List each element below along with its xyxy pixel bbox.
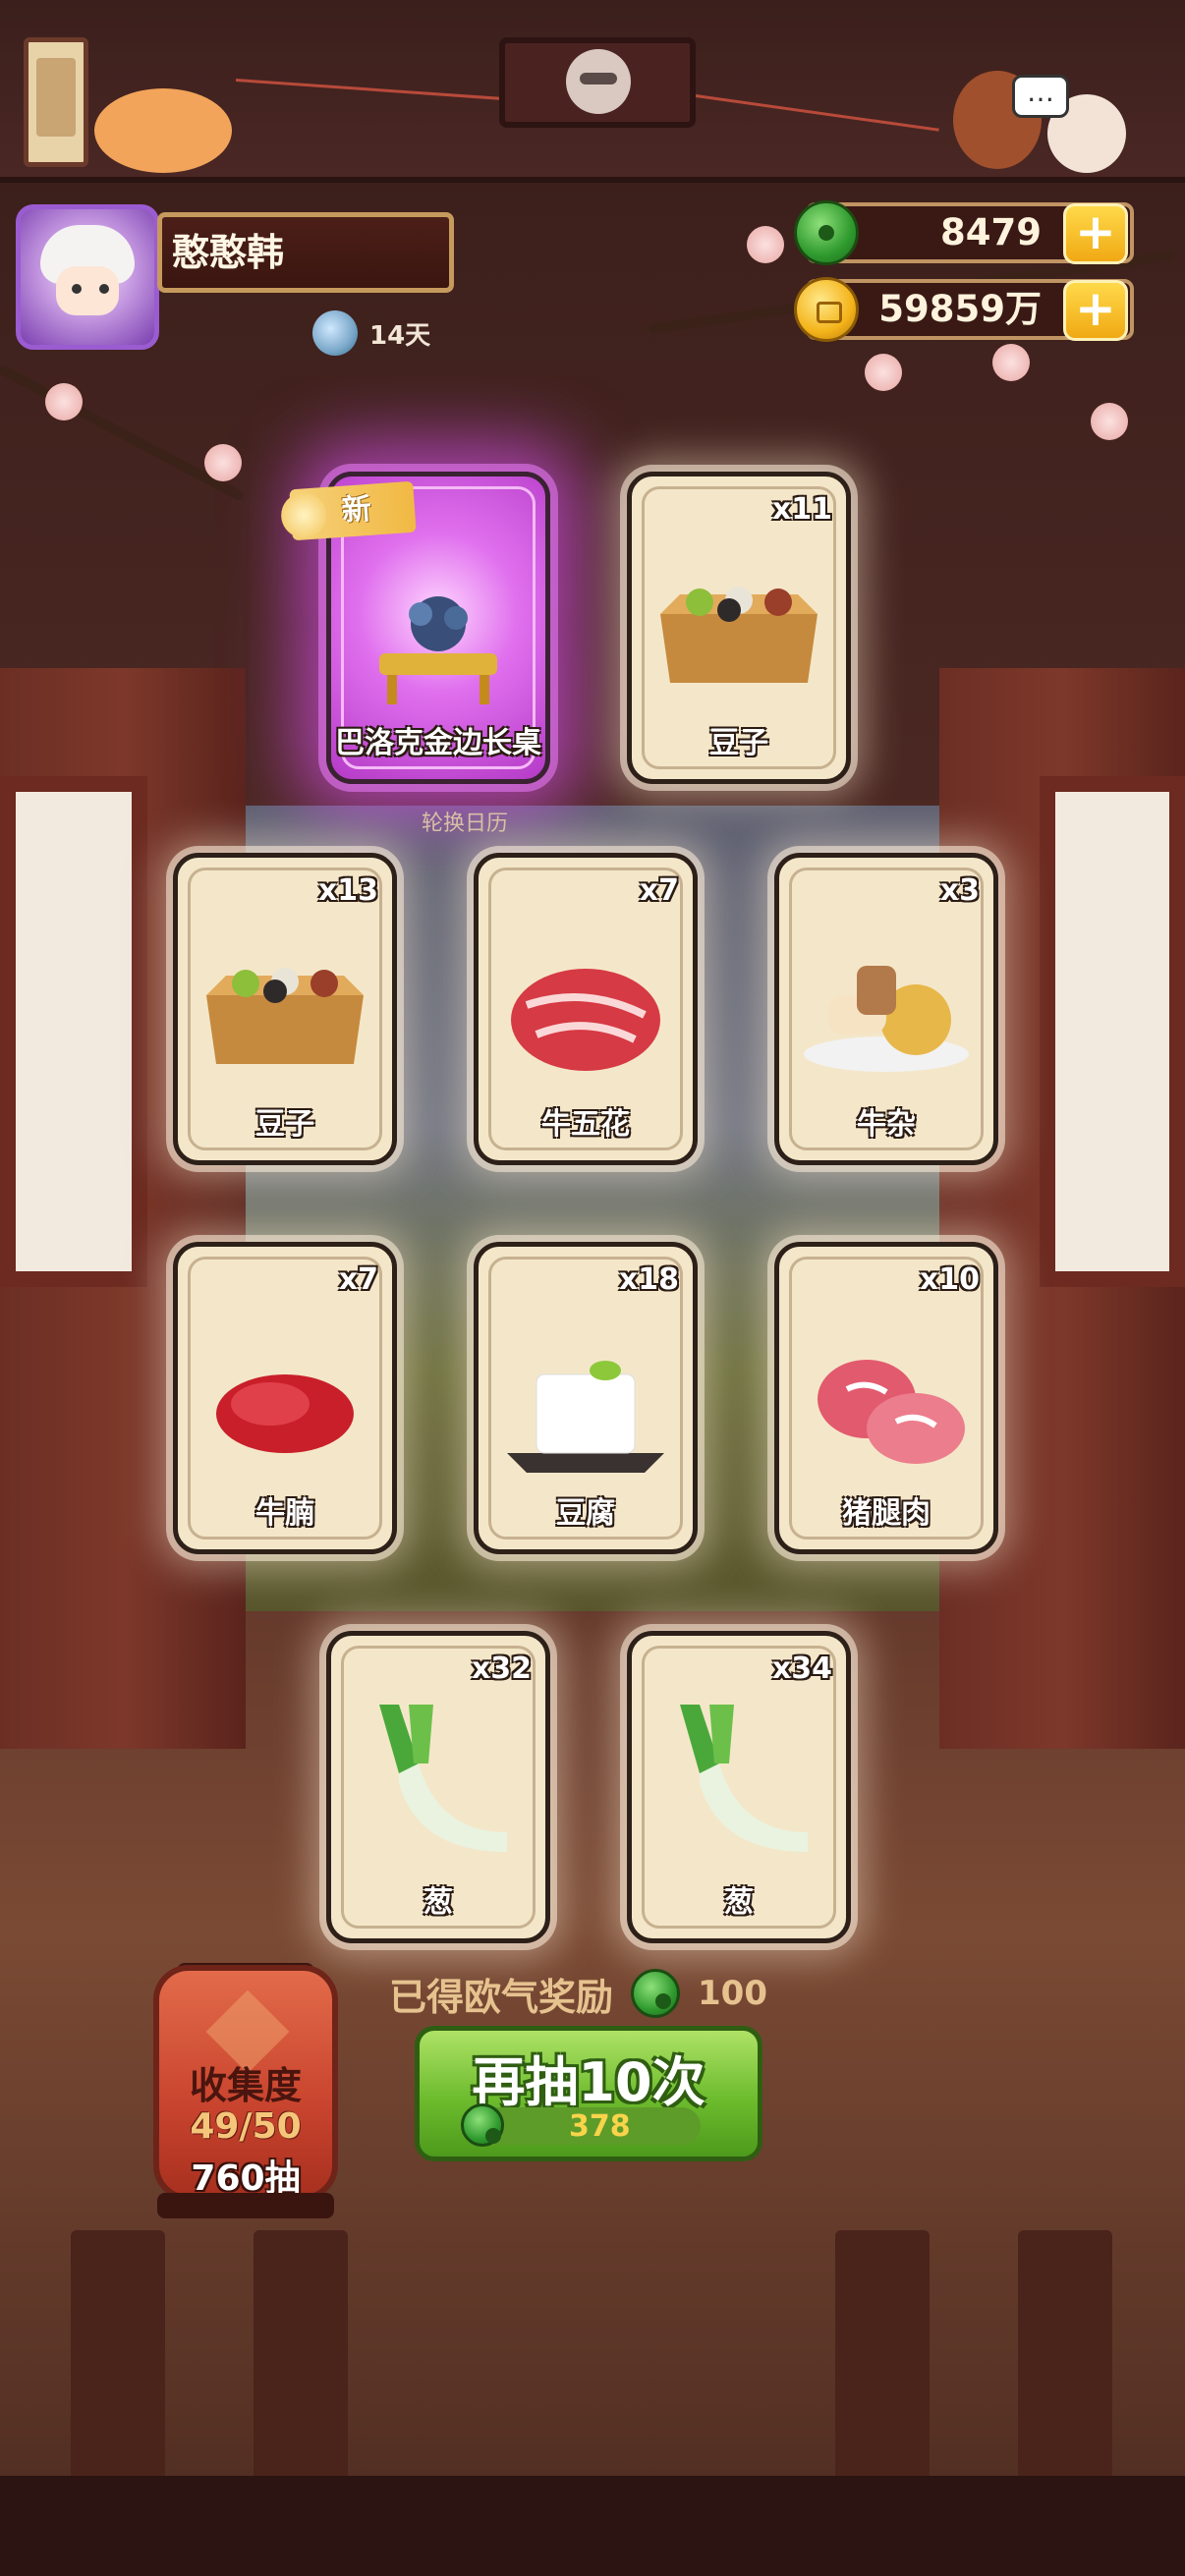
draw-result-card[interactable]: x3 牛杂 [774,853,998,1165]
scallion-icon [331,1705,545,1872]
chat-bubble-icon[interactable]: … [1012,75,1069,118]
player-name: 憨憨韩 [157,212,454,293]
raccoon-frame [499,37,696,128]
draw-result-card[interactable]: x13 豆子 [173,853,397,1165]
draw-result-card[interactable]: x34 葱 [627,1631,851,1943]
card-label: 猪腿肉 [842,1496,931,1531]
days-badge: 14天 [312,310,430,356]
top-bar: … [0,0,1185,183]
brisket-icon [178,1316,392,1483]
tofu-icon [479,1316,693,1483]
gold-value: 59859万 [878,288,1042,330]
card-label: 巴洛克金边长桌 [335,726,541,760]
lantern-base [157,2193,334,2218]
beans-icon [178,926,392,1093]
pork-icon [779,1316,993,1483]
card-count: x13 [317,873,378,908]
railing-post [254,2230,348,2495]
card-label: 豆子 [709,726,768,760]
right-window [1040,776,1185,1287]
draw-cost: 378 [461,2103,701,2147]
collection-progress: 49/50 [190,2106,302,2147]
offal-icon [779,926,993,1093]
card-label: 牛腩 [255,1496,314,1531]
rope [695,94,939,132]
jade-coin-icon [461,2103,504,2147]
scroll-decoration [24,37,88,167]
add-jade-button[interactable]: + [1063,203,1128,264]
blossom [747,226,784,263]
table-icon [331,545,545,712]
draw-again-button[interactable]: 再抽10次 378 [415,2026,762,2161]
game-scene: … 憨憨韩 14天 8479 + 59859万 + 巴洛克金边长桌 x11 豆子 x1… [0,0,1185,2576]
collection-lantern[interactable]: 收集度 49/50 760抽 [153,1965,338,2201]
card-count: x18 [618,1262,679,1297]
card-label: 豆腐 [556,1496,615,1531]
draw-cost-value: 378 [569,2109,631,2144]
scallion-icon [632,1705,846,1872]
railing-post [71,2230,165,2495]
bottom-strip [0,2476,1185,2576]
cat-icon [94,88,232,173]
jade-coin-icon [631,1969,681,2018]
card-count: x10 [919,1262,980,1297]
card-count: x3 [939,873,980,908]
card-count: x7 [338,1262,378,1297]
collection-title: 收集度 [189,2064,302,2107]
blossom [45,383,83,420]
jade-value: 8479 [940,211,1042,253]
reward-value: 100 [698,1974,767,2013]
card-count: x34 [771,1652,832,1686]
card-label: 葱 [724,1885,754,1920]
rotation-calendar-label[interactable]: 轮换日历 [391,806,538,837]
reward-label: 已得欧气奖励 [389,1975,614,2019]
card-label: 牛杂 [857,1107,916,1142]
rope [235,79,501,100]
left-window [0,776,147,1287]
jade-coin-icon [794,200,859,265]
beans-icon [632,545,846,712]
blossom-branch-left [0,364,246,502]
luck-reward: 已得欧气奖励 100 [389,1965,767,2022]
draw-result-card[interactable]: x32 葱 [326,1631,550,1943]
days-count: 14天 [369,320,431,351]
card-count: x11 [771,492,832,527]
draw-result-card[interactable]: x10 猪腿肉 [774,1242,998,1554]
jade-currency: 8479 + [794,200,1134,265]
player-avatar[interactable] [16,204,159,350]
card-label: 豆子 [255,1107,314,1142]
gold-currency: 59859万 + [794,277,1134,342]
new-tag: 新 [289,480,417,541]
blossom [1091,403,1128,440]
globe-icon [312,310,358,356]
draw-result-card[interactable]: x7 牛五花 [474,853,698,1165]
card-count: x32 [471,1652,532,1686]
draw-button-label: 再抽10次 [472,2051,705,2113]
beef-icon [479,926,693,1093]
card-label: 葱 [423,1885,453,1920]
add-gold-button[interactable]: + [1063,280,1128,341]
card-label: 牛五花 [541,1107,630,1142]
draw-result-card[interactable]: x11 豆子 [627,472,851,784]
gold-coin-icon [794,277,859,342]
draw-result-card[interactable]: x7 牛腩 [173,1242,397,1554]
card-count: x7 [639,873,679,908]
draw-result-card[interactable]: x18 豆腐 [474,1242,698,1554]
blossom [865,354,902,391]
blossom [204,444,242,481]
railing-post [835,2230,930,2495]
railing-post [1018,2230,1112,2495]
blossom [992,344,1030,381]
